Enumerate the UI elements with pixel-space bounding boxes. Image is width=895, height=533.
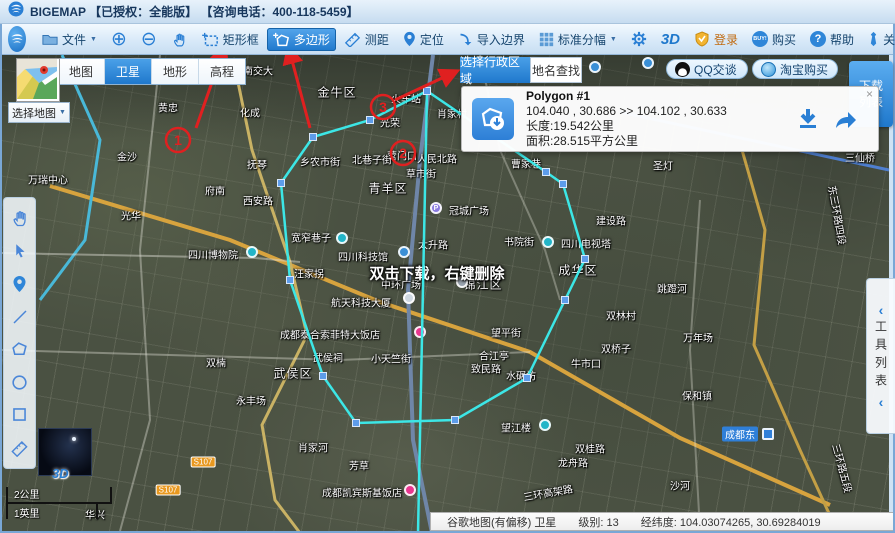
line-tool[interactable]: [7, 304, 33, 330]
home-logo-button[interactable]: [8, 26, 26, 52]
title-bar: BIGEMAP 【已授权：全能版】 【咨询电话：400-118-5459】: [0, 0, 895, 24]
login-button[interactable]: 登录: [688, 28, 744, 51]
polygon-title: Polygon #1: [526, 89, 784, 104]
about-button[interactable]: 关于: [862, 28, 895, 51]
measure-button[interactable]: 测距: [338, 28, 395, 51]
circle-tool[interactable]: [7, 369, 33, 395]
polygon-coords: 104.040 , 30.686 >> 104.102 , 30.633: [526, 104, 784, 119]
caret-down-icon: ▼: [610, 36, 617, 43]
select-tool[interactable]: [7, 238, 33, 264]
tools-panel-tab[interactable]: ‹ 工具列表 ‹: [866, 278, 895, 434]
settings-button[interactable]: [625, 28, 653, 50]
line-icon: [11, 308, 29, 326]
polygon-length: 长度:19.542公里: [526, 119, 784, 134]
tools-panel-label: 工具列表: [873, 320, 890, 392]
select-map-button[interactable]: 选择地图▼: [8, 102, 70, 123]
zoom-out-button[interactable]: ⊖: [135, 25, 163, 54]
chevron-left-icon: ‹: [879, 396, 884, 408]
app-logo-icon: [8, 1, 24, 22]
polygon-select-button[interactable]: 多边形: [267, 28, 336, 51]
standard-sheet-button[interactable]: 标准分幅▼: [533, 28, 623, 51]
location-pin-icon: [403, 31, 416, 47]
scale-mile-label: 1英里: [14, 505, 40, 520]
qq-chat-button[interactable]: QQ交谈: [666, 59, 748, 79]
status-zoom-level: 级别: 13: [578, 514, 618, 530]
caret-down-icon: ▼: [90, 36, 97, 43]
folder-icon: [42, 32, 58, 46]
pan-tool-button[interactable]: [165, 28, 194, 51]
popup-close-icon[interactable]: ×: [866, 88, 873, 100]
zoom-in-button[interactable]: ⊕: [105, 25, 133, 54]
ruler-icon: [10, 438, 29, 457]
app-window: BIGEMAP 【已授权：全能版】 【咨询电话：400-118-5459】 文件…: [0, 0, 895, 533]
window-title: BIGEMAP 【已授权：全能版】 【咨询电话：400-118-5459】: [30, 3, 359, 20]
zoom-out-icon: ⊖: [141, 28, 157, 51]
polygon-icon: [10, 340, 29, 359]
status-bar: 谷歌地图(有偏移) 卫星 级别: 13 经纬度: 104.03074265, 3…: [430, 512, 893, 531]
globe-highlight-dot: [72, 437, 76, 441]
threed-button[interactable]: 3D: [655, 28, 686, 51]
scale-km-label: 2公里: [14, 486, 40, 501]
google-maps-thumbnail[interactable]: [16, 58, 60, 102]
file-menu-button[interactable]: 文件▼: [36, 28, 103, 51]
help-icon: ?: [810, 31, 826, 47]
chevron-left-icon: ‹: [879, 304, 884, 316]
import-boundary-button[interactable]: 导入边界: [452, 28, 531, 51]
login-shield-icon: [694, 31, 710, 47]
map-type-tabs: 地图 卫星 地形 高程: [57, 58, 246, 85]
caret-down-icon: ▼: [59, 109, 66, 116]
drawing-tool-strip: [3, 197, 36, 469]
locate-button[interactable]: 定位: [397, 28, 450, 51]
hand-icon: [171, 31, 188, 48]
circle-icon: [10, 373, 29, 392]
tab-terrain[interactable]: 地形: [152, 59, 199, 84]
tie-icon: [868, 31, 879, 47]
cursor-icon: [11, 242, 29, 260]
polygon-select-icon: [273, 32, 290, 47]
status-map-source: 谷歌地图(有偏移) 卫星: [447, 514, 556, 530]
tab-elevation[interactable]: 高程: [199, 59, 245, 84]
main-toolbar: 文件▼ ⊕ ⊖ 矩形框 多边形 测距 定位 导入边界 标准分幅▼: [2, 24, 893, 55]
help-button[interactable]: ? 帮助: [804, 28, 860, 51]
download-icon[interactable]: [796, 108, 820, 130]
rectangle-select-icon: [202, 32, 219, 47]
status-coordinates: 经纬度: 104.03074265, 30.69284019: [641, 514, 821, 530]
ruler-icon: [344, 32, 361, 47]
map-scale-bar: 2公里 1英里: [6, 484, 116, 520]
rect-select-button[interactable]: 矩形框: [196, 28, 265, 51]
tab-map[interactable]: 地图: [58, 59, 105, 84]
gear-icon: [631, 31, 647, 47]
rectangle-icon: [10, 405, 29, 424]
taobao-buy-button[interactable]: 淘宝购买: [752, 59, 838, 79]
place-search-tab[interactable]: 地名查找: [530, 57, 582, 83]
measure-tool[interactable]: [7, 435, 33, 461]
buy-icon: BUY!: [752, 31, 768, 47]
rectangle-tool[interactable]: [7, 402, 33, 428]
location-pin-icon: [12, 275, 27, 293]
hand-icon: [10, 208, 30, 228]
qq-penguin-icon: [675, 62, 690, 77]
import-arrow-icon: [458, 32, 473, 47]
polygon-tool[interactable]: [7, 336, 33, 362]
polygon-area: 面积:28.515平方公里: [526, 134, 784, 149]
polygon-info-text: Polygon #1 104.040 , 30.686 >> 104.102 ,…: [526, 89, 784, 149]
grid-icon: [539, 32, 554, 47]
polygon-info-popup: Polygon #1 104.040 , 30.686 >> 104.102 ,…: [461, 86, 879, 152]
mini-3d-label[interactable]: 3D: [52, 466, 69, 481]
share-icon[interactable]: [834, 109, 858, 129]
zoom-in-icon: ⊕: [111, 28, 127, 51]
polygon-download-icon: [472, 98, 514, 140]
map-hint-text: 双击下载，右键删除: [369, 263, 504, 284]
marker-tool[interactable]: [7, 271, 33, 297]
tab-satellite[interactable]: 卫星: [105, 59, 152, 84]
buy-button[interactable]: BUY! 购买: [746, 28, 802, 51]
taobao-icon: [761, 62, 776, 77]
select-admin-region-tab[interactable]: 选择行政区域: [460, 57, 530, 83]
pan-tool[interactable]: [7, 205, 33, 231]
